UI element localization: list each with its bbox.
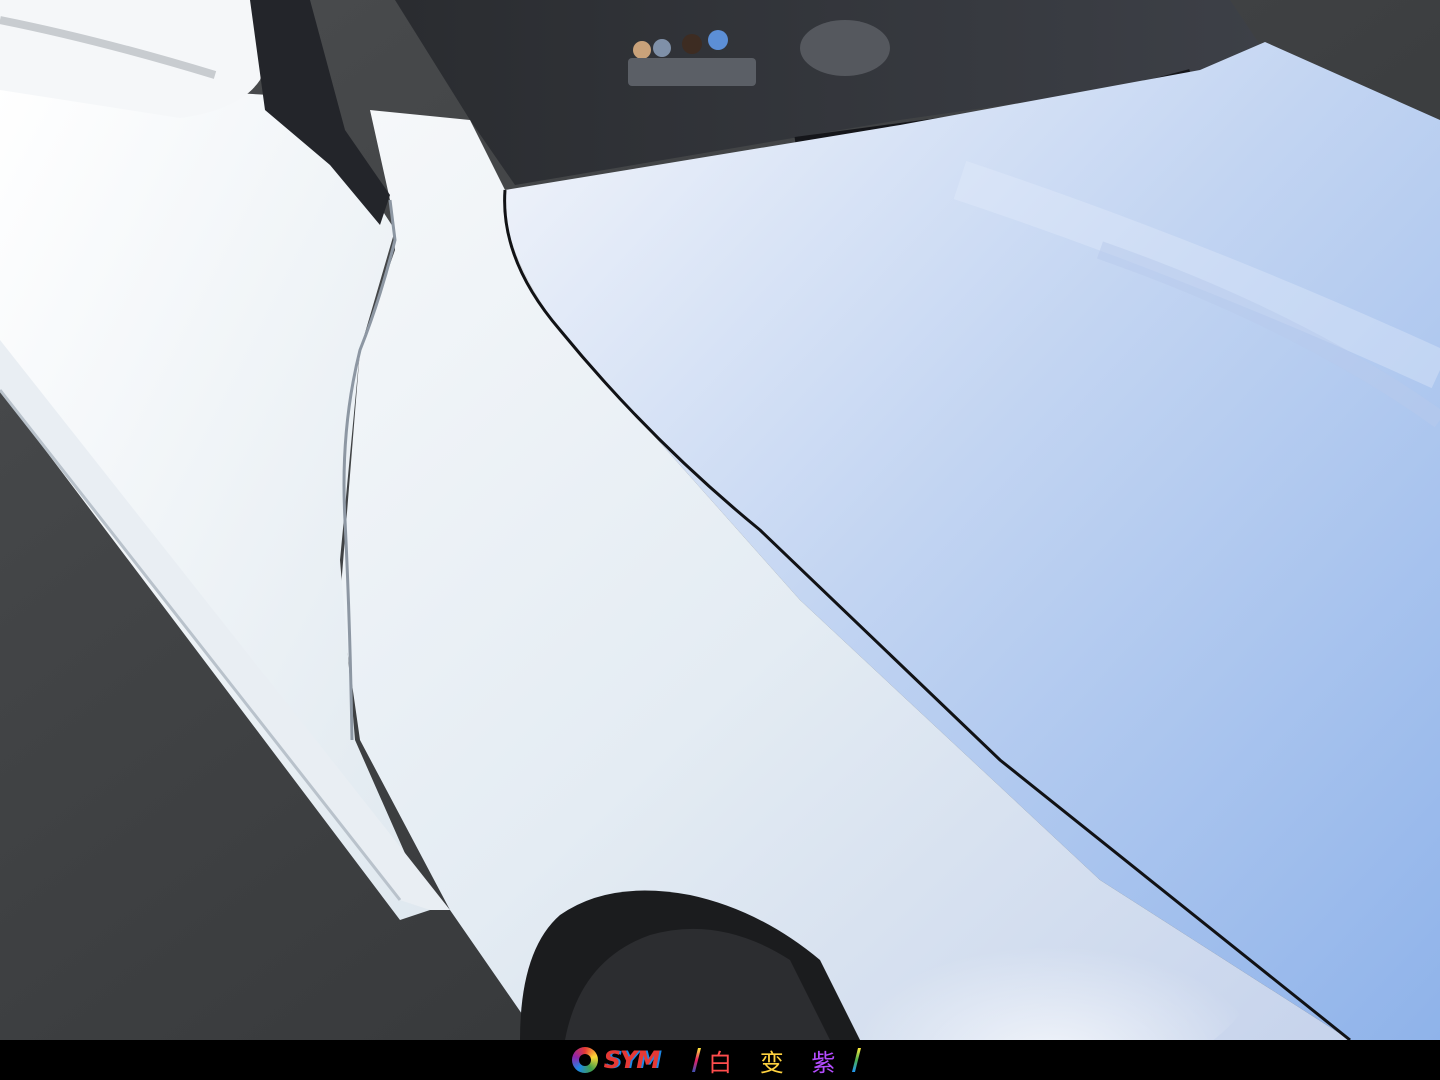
divider-bar-right: [852, 1048, 862, 1072]
car-photo: [0, 0, 1440, 1040]
tagline: 白 变 紫: [708, 1043, 845, 1078]
brand-logo: SYM: [571, 1040, 661, 1080]
tagline-char-3: 紫: [811, 1048, 846, 1077]
logo-swirl-icon: [571, 1047, 598, 1073]
tagline-char-2: 变: [759, 1048, 794, 1077]
divider-bar-left: [692, 1048, 702, 1072]
brand-footer: SYM 白 变 紫: [0, 1040, 1440, 1080]
brand-name: SYM: [603, 1046, 661, 1074]
tagline-char-1: 白: [708, 1048, 743, 1077]
